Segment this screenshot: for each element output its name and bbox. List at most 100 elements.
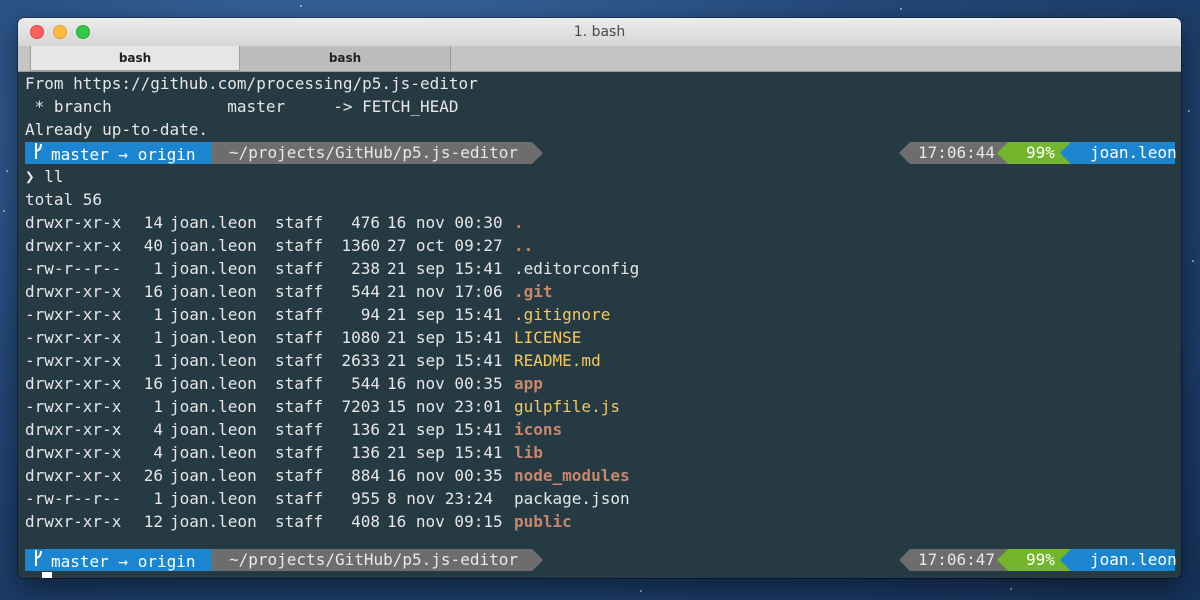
prompt-bar: master → origin ~/projects/GitHub/p5.js-… <box>25 142 1177 166</box>
star <box>3 210 5 212</box>
star <box>640 590 642 592</box>
link-count: 14 <box>143 213 163 232</box>
permissions: drwxr-xr-x <box>25 236 122 255</box>
prompt-bar: master → origin ~/projects/GitHub/p5.js-… <box>25 549 1177 573</box>
file-size: 1080 <box>341 328 380 347</box>
owner: joan.leon <box>170 351 257 370</box>
user-segment: joan.leon <box>1060 142 1177 164</box>
link-count: 16 <box>143 282 163 301</box>
command-line: ❯ ll <box>25 165 64 188</box>
link-count: 4 <box>153 443 163 462</box>
permissions: -rwxr-xr-x <box>25 351 122 370</box>
terminal-window: 1. bash bash bash From https://github.co… <box>18 18 1181 578</box>
tab-bar: bash bash <box>18 46 1181 72</box>
owner: joan.leon <box>170 282 257 301</box>
star <box>1010 588 1012 590</box>
permissions: -rw-r--r-- <box>25 259 122 278</box>
file-size: 7203 <box>341 397 380 416</box>
modified-date: 15 nov 23:01 <box>387 397 503 416</box>
branch-segment: master → origin <box>25 142 223 166</box>
owner: joan.leon <box>170 374 257 393</box>
file-name: icons <box>514 420 563 439</box>
listing-row: drwxr-xr-x 40 joan.leon staff 1360 27 oct 09:… <box>25 234 725 257</box>
input-line[interactable]: ❯ <box>25 572 35 578</box>
link-count: 16 <box>143 374 163 393</box>
link-count: 1 <box>153 397 163 416</box>
listing-row: drwxr-xr-x 4 joan.leon staff 136 21 sep 15:41… <box>25 418 725 441</box>
command-text: ll <box>44 167 64 186</box>
listing-row: drwxr-xr-x 16 joan.leon staff 544 21 nov 17:0… <box>25 280 725 303</box>
listing-row: -rwxr-xr-x 1 joan.leon staff 2633 21 sep 15:4… <box>25 349 725 372</box>
file-size: 544 <box>351 282 380 301</box>
star <box>6 170 8 172</box>
permissions: -rw-r--r-- <box>25 489 122 508</box>
modified-date: 16 nov 00:30 <box>387 213 503 232</box>
modified-date: 21 sep 15:41 <box>387 351 503 370</box>
path-segment: ~/projects/GitHub/p5.js-editor <box>212 549 543 571</box>
file-size: 476 <box>351 213 380 232</box>
title-bar[interactable]: 1. bash <box>18 18 1181 47</box>
branch-label: master → origin <box>51 145 196 164</box>
link-count: 1 <box>153 489 163 508</box>
modified-date: 21 sep 15:41 <box>387 443 503 462</box>
output-line: From https://github.com/processing/p5.js… <box>25 74 478 93</box>
permissions: drwxr-xr-x <box>25 512 122 531</box>
file-size: 544 <box>351 374 380 393</box>
modified-date: 21 nov 17:06 <box>387 282 503 301</box>
owner: joan.leon <box>170 489 257 508</box>
permissions: drwxr-xr-x <box>25 443 122 462</box>
git-branch-icon <box>33 549 43 573</box>
file-size: 884 <box>351 466 380 485</box>
tab-bash-1[interactable]: bash <box>30 46 240 71</box>
modified-date: 27 oct 09:27 <box>387 236 503 255</box>
owner: joan.leon <box>170 328 257 347</box>
modified-date: 16 nov 00:35 <box>387 374 503 393</box>
owner: joan.leon <box>170 213 257 232</box>
listing-row: -rw-r--r-- 1 joan.leon staff 238 21 sep 15:41… <box>25 257 725 280</box>
file-name: lib <box>514 443 543 462</box>
file-name: .gitignore <box>514 305 611 324</box>
listing-row: -rwxr-xr-x 1 joan.leon staff 94 21 sep 15:41.… <box>25 303 725 326</box>
listing-row: -rwxr-xr-x 1 joan.leon staff 7203 15 nov 23:0… <box>25 395 725 418</box>
prompt-arrow-icon: ❯ <box>25 167 35 186</box>
file-size: 136 <box>351 443 380 462</box>
permissions: drwxr-xr-x <box>25 282 122 301</box>
star <box>1192 260 1194 262</box>
link-count: 4 <box>153 420 163 439</box>
modified-date: 16 nov 00:35 <box>387 466 503 485</box>
modified-date: 21 sep 15:41 <box>387 305 503 324</box>
file-name: public <box>514 512 572 531</box>
file-name: LICENSE <box>514 328 582 347</box>
output-line: * branch master -> FETCH_HEAD <box>25 97 459 116</box>
file-size: 408 <box>351 512 380 531</box>
listing-row: drwxr-xr-x 26 joan.leon staff 884 16 nov 00:3… <box>25 464 725 487</box>
permissions: drwxr-xr-x <box>25 213 122 232</box>
listing-row: -rwxr-xr-x 1 joan.leon staff 1080 21 sep 15:4… <box>25 326 725 349</box>
file-name: node_modules <box>514 466 630 485</box>
permissions: drwxr-xr-x <box>25 466 122 485</box>
file-size: 955 <box>351 489 380 508</box>
owner: joan.leon <box>170 236 257 255</box>
file-size: 1360 <box>341 236 380 255</box>
modified-date: 8 nov 23:24 <box>387 489 493 508</box>
file-size: 136 <box>351 420 380 439</box>
output-line: Already up-to-date. <box>25 120 209 139</box>
file-size: 238 <box>351 259 380 278</box>
listing-row: drwxr-xr-x 12 joan.leon staff 408 16 nov 09:1… <box>25 510 725 533</box>
listing-row: drwxr-xr-x 14 joan.leon staff 476 16 nov 00:3… <box>25 211 725 234</box>
terminal-content[interactable]: From https://github.com/processing/p5.js… <box>18 72 1181 578</box>
star <box>300 5 302 7</box>
total-line: total 56 <box>25 190 103 209</box>
tab-bash-2[interactable]: bash <box>240 46 451 71</box>
git-branch-icon <box>33 142 43 166</box>
file-size: 94 <box>360 305 380 324</box>
permissions: -rwxr-xr-x <box>25 397 122 416</box>
file-name: .editorconfig <box>514 259 640 278</box>
link-count: 12 <box>143 512 163 531</box>
permissions: -rwxr-xr-x <box>25 328 122 347</box>
file-name: package.json <box>514 489 630 508</box>
file-name: app <box>514 374 543 393</box>
link-count: 40 <box>143 236 163 255</box>
link-count: 1 <box>153 328 163 347</box>
link-count: 1 <box>153 305 163 324</box>
